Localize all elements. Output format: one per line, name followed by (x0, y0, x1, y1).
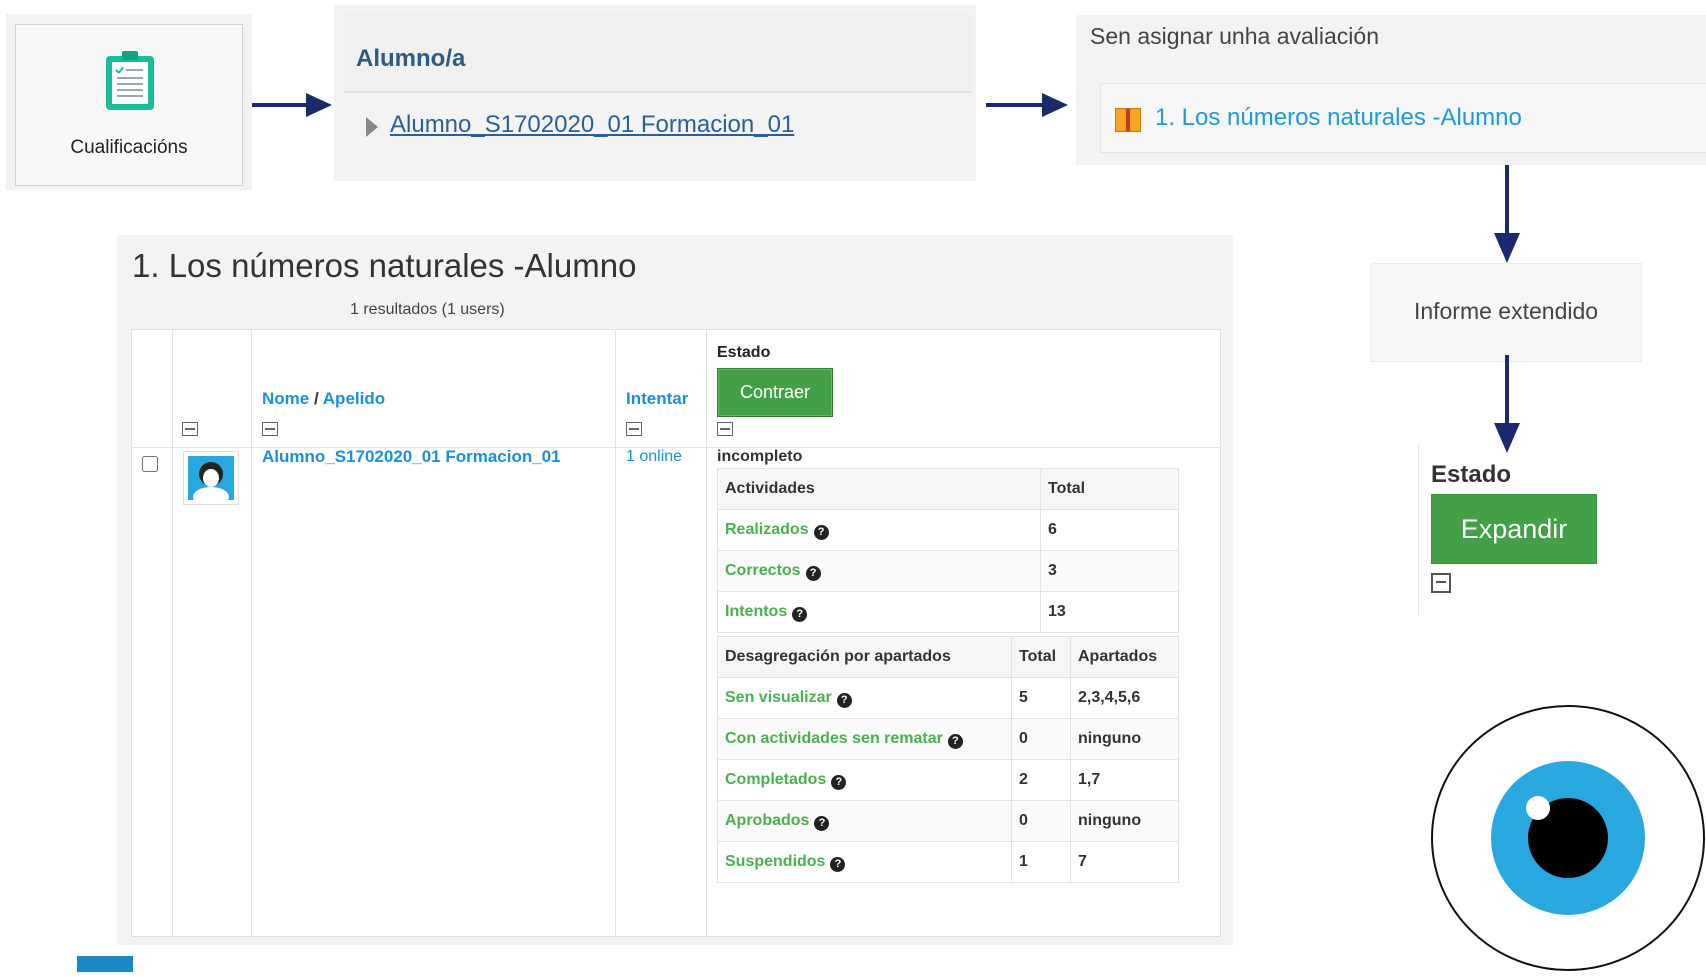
user-avatar-icon (188, 456, 234, 507)
help-icon[interactable]: ? (813, 524, 829, 540)
report-title: 1. Los números naturales -Alumno (132, 247, 637, 284)
activities-col-header: Actividades (717, 468, 1041, 510)
clipboard-icon (106, 51, 154, 110)
student-name-link[interactable]: Alumno_S1702020_01 Formacion_01 (262, 447, 561, 467)
collapse-column-icon[interactable] (1431, 573, 1451, 593)
breakdown-label: Completados? (717, 759, 1012, 801)
activity-label: Correctos? (717, 550, 1041, 592)
status-label: Estado (1431, 461, 1512, 488)
arrow-down-icon (1492, 355, 1522, 453)
grades-tile[interactable]: Cualificacións (15, 24, 243, 186)
breakdown-label: Suspendidos? (717, 841, 1012, 883)
student-column-title: Alumno/a (356, 45, 466, 72)
eye-icon (1430, 704, 1706, 977)
help-icon[interactable]: ? (805, 565, 821, 581)
activity-total: 13 (1040, 591, 1179, 633)
collapse-column-icon[interactable] (182, 422, 198, 436)
lesson-item[interactable]: 1. Los números naturales -Alumno (1100, 83, 1706, 153)
package-icon (1115, 108, 1141, 132)
avatar (183, 451, 239, 507)
breakdown-sections: 2,3,4,5,6 (1070, 677, 1179, 719)
status-header: Estado (717, 344, 771, 361)
results-count: 1 resultados (1 users) (350, 301, 505, 318)
partial-blue-element (77, 956, 133, 972)
collapse-column-icon[interactable] (717, 422, 733, 436)
expand-triangle-icon[interactable] (366, 117, 378, 137)
report-panel: 1. Los números naturales -Alumno 1 resul… (117, 235, 1233, 945)
breakdown-label: Con actividades sen rematar? (717, 718, 1012, 760)
activities-table: Actividades Total Realizados? 6 Correcto… (717, 468, 1179, 633)
help-icon[interactable]: ? (830, 856, 846, 872)
arrow-right-icon (986, 92, 1068, 118)
name-header: Nome / Apelido (262, 389, 385, 409)
results-table: Nome / Apelido Intentar Estado Contraer … (131, 329, 1221, 937)
sort-by-attempt-link[interactable]: Intentar (626, 389, 688, 409)
unassigned-title: Sen asignar unha avaliación (1090, 23, 1379, 49)
breakdown-total: 5 (1011, 677, 1071, 719)
help-icon[interactable]: ? (814, 815, 830, 831)
collapse-column-icon[interactable] (262, 422, 278, 436)
breakdown-sections: ninguno (1070, 800, 1179, 842)
breakdown-total: 0 (1011, 800, 1071, 842)
breakdown-sections-header: Apartados (1070, 636, 1179, 678)
help-icon[interactable]: ? (831, 774, 847, 790)
breakdown-label: Aprobados? (717, 800, 1012, 842)
total-col-header: Total (1040, 468, 1179, 510)
collapse-column-icon[interactable] (626, 422, 642, 436)
attempt-link[interactable]: 1 online (626, 448, 682, 466)
activity-total: 3 (1040, 550, 1179, 592)
activity-label: Realizados? (717, 509, 1041, 551)
breakdown-total: 0 (1011, 718, 1071, 760)
header-separator: / (309, 389, 323, 408)
extended-report-label: Informe extendido (1413, 298, 1599, 324)
extended-report-button[interactable]: Informe extendido (1370, 263, 1642, 362)
breakdown-total: 1 (1011, 841, 1071, 883)
help-icon[interactable]: ? (947, 733, 963, 749)
expand-button[interactable]: Expandir (1431, 494, 1597, 564)
sort-by-surname-link[interactable]: Apelido (323, 389, 385, 408)
activity-label: Intentos? (717, 591, 1041, 633)
sort-by-name-link[interactable]: Nome (262, 389, 309, 408)
status-expand-panel: Estado Expandir (1418, 445, 1629, 615)
breakdown-sections: ninguno (1070, 718, 1179, 760)
student-list-header: Alumno/a (344, 13, 972, 93)
breakdown-col-header: Desagregación por apartados (717, 636, 1012, 678)
unassigned-panel: Sen asignar unha avaliación 1. Los númer… (1076, 15, 1706, 165)
breakdown-sections: 1,7 (1070, 759, 1179, 801)
lesson-item-link[interactable]: 1. Los números naturales -Alumno (1155, 104, 1522, 132)
row-select-checkbox[interactable] (142, 456, 158, 472)
grades-tile-label: Cualificacións (70, 137, 188, 158)
breakdown-total-header: Total (1011, 636, 1071, 678)
arrow-down-icon (1492, 165, 1522, 263)
breakdown-label: Sen visualizar? (717, 677, 1012, 719)
student-list-panel: Alumno/a Alumno_S1702020_01 Formacion_01 (334, 5, 976, 181)
collapse-button[interactable]: Contraer (717, 368, 833, 417)
breakdown-total: 2 (1011, 759, 1071, 801)
activity-total: 6 (1040, 509, 1179, 551)
help-icon[interactable]: ? (792, 606, 808, 622)
breakdown-table: Desagregación por apartados Total Aparta… (717, 636, 1179, 883)
breakdown-sections: 7 (1070, 841, 1179, 883)
status-value: incompleto (717, 448, 803, 465)
student-link[interactable]: Alumno_S1702020_01 Formacion_01 (390, 111, 794, 139)
grades-tile-panel: Cualificacións (6, 14, 252, 190)
arrow-right-icon (252, 92, 332, 118)
help-icon[interactable]: ? (836, 692, 852, 708)
